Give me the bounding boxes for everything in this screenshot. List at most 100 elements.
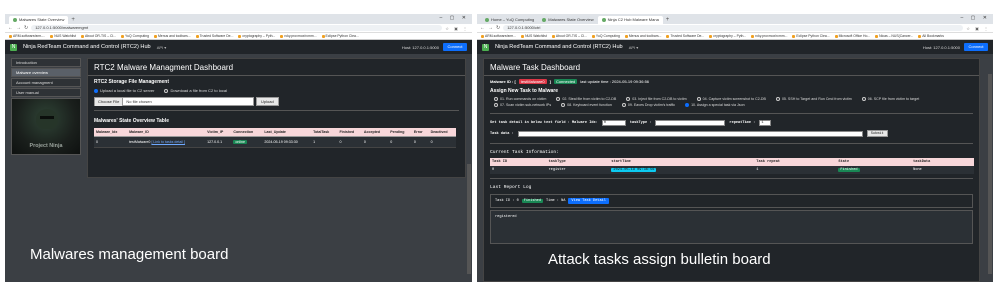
task-data-input[interactable] [517, 130, 863, 137]
task-option[interactable]: 04. Capture victim screenshot to C2-DB [696, 97, 766, 102]
report-summary: Task ID : 0 Finished Time : NA View Task… [490, 194, 973, 209]
cell-deactived: 0 [428, 136, 456, 148]
file-input[interactable]: Choose File No file chosen [94, 97, 254, 106]
url-input[interactable]: 127.0.0.1:5000/ctrl [503, 25, 964, 31]
bookmark-item[interactable]: rcky.proxmox/rcmm... [751, 34, 787, 38]
task-type-input[interactable] [655, 120, 726, 127]
cell-start: 2024-05-19 09:36:56 [609, 166, 755, 175]
connect-button[interactable]: Connect [964, 43, 988, 51]
reload-icon[interactable]: ↻ [24, 25, 28, 31]
submit-button[interactable]: Submit [866, 130, 888, 138]
scrollbar[interactable] [988, 74, 992, 274]
bookmark-item[interactable]: NUS Watchlist [50, 34, 76, 38]
task-option[interactable]: 06. SCP file from victim to target [861, 97, 919, 102]
report-state-badge: Finished [521, 199, 543, 204]
download-radio[interactable]: Download a file from C2 to local [164, 88, 227, 93]
browser-tab[interactable]: Ninja C2 Hub Malware Mana [597, 16, 663, 24]
bookmark-item[interactable]: Trusted Software De... [196, 34, 234, 38]
radio-icon [561, 103, 566, 108]
cell-task-type: register [546, 166, 610, 175]
choose-file-button[interactable]: Choose File [95, 97, 124, 106]
browser-tab-bar: Home – YuQ Computing Malwares State Over… [477, 14, 993, 24]
bookmark-item[interactable]: About OR-TIS – Cl... [552, 34, 587, 38]
bookmark-item[interactable]: Eclipse Python Clea... [792, 34, 829, 38]
bookmark-item[interactable]: cryptography – Pyth... [238, 34, 275, 38]
column-header: Task ID [490, 158, 547, 167]
cell-ip: 127.0.0.1 [205, 136, 232, 148]
connect-button[interactable]: Connect [443, 43, 467, 51]
malware-id-badge: testMalware0 [518, 79, 547, 84]
bookmark-item[interactable]: Trusted Software De... [666, 34, 704, 38]
url-input[interactable]: 127.0.0.1:5000/malwaremgmt [31, 25, 443, 31]
back-icon[interactable]: ← [8, 25, 13, 31]
upload-button[interactable]: Upload [256, 97, 279, 106]
malware-idx-input[interactable]: 0 [601, 120, 626, 127]
address-bar: ← → ↻ 127.0.0.1:5000/ctrl ☆ ▣ ⋮ [477, 24, 993, 33]
bookmark-item[interactable]: Nicas – NUS(Cancer... [875, 34, 913, 38]
bookmark-item[interactable]: YuQ Computing [592, 34, 620, 38]
task-option[interactable]: 01. Run commands on victim [494, 97, 546, 102]
table-header: Malware_Idx Malware_ID Victim_IP Connection… [94, 128, 456, 137]
task-option[interactable]: 10. Assign a special task via Json [685, 103, 745, 108]
table-row: 0 testMalware0 [ Link to tasks detail ] … [94, 136, 456, 148]
column-header: startTime [609, 158, 755, 167]
radio-icon [164, 88, 169, 93]
browser-tab[interactable]: Malwares State Overview [9, 16, 69, 24]
reload-icon[interactable]: ↻ [496, 25, 500, 31]
malware-info: Malware ID : [ testMalware0 ] Connected … [490, 79, 650, 84]
sidebar-item-malware-overview[interactable]: Malware overview [11, 68, 81, 77]
window-controls-icon[interactable]: – ▢ ✕ [440, 15, 469, 21]
bookmark-item[interactable]: ARM-software/arm... [481, 34, 516, 38]
task-option[interactable]: 05. SSH to Target and Run Cmd from victi… [775, 97, 852, 102]
bookmark-item[interactable]: Eclipse Python Clea... [322, 34, 359, 38]
task-option[interactable]: 02. Steal file from victim to C2-DB [556, 97, 616, 102]
radio-icon [621, 103, 626, 108]
sidebar-item-account[interactable]: Account managment [11, 78, 81, 87]
bookmark-item[interactable]: All Bookmarks [918, 34, 944, 38]
left-screenshot: Malwares State Overview + – ▢ ✕ ← → ↻ 12… [5, 14, 472, 282]
storage-options: Upload a local file to C2 server Downloa… [88, 86, 465, 95]
sidebar-item-manual[interactable]: User manual [11, 88, 81, 97]
cell-task-data: None [911, 166, 974, 175]
bookmark-item[interactable]: Menus and toolbars... [154, 34, 191, 38]
bookmark-item[interactable]: About OR-TIS – Cl... [81, 34, 116, 38]
api-menu[interactable]: API ▾ [629, 45, 639, 50]
upload-radio[interactable]: Upload a local file to C2 server [94, 88, 154, 93]
favicon-icon [485, 17, 489, 22]
new-tab-icon[interactable]: + [663, 16, 673, 24]
extension-icons[interactable]: ☆ ▣ ⋮ [966, 26, 990, 31]
bookmark-item[interactable]: Menus and toolbars... [625, 34, 662, 38]
task-data-row: Task data : Submit [484, 128, 979, 139]
browser-tab[interactable]: Home – YuQ Computing [481, 16, 538, 24]
forward-icon[interactable]: → [488, 25, 493, 31]
task-option-label: 03. Inject file from C2-DB to victim [632, 97, 687, 101]
browser-tab[interactable]: Malwares State Overview [538, 16, 597, 24]
divider [490, 143, 973, 145]
back-icon[interactable]: ← [480, 25, 485, 31]
extension-icons[interactable]: ☆ ▣ ⋮ [445, 26, 469, 31]
repeat-time-input[interactable]: 1 [759, 120, 772, 127]
task-option[interactable]: 08. Keyboard event function [561, 103, 612, 108]
task-option[interactable]: 09. Eaves Drop victim's traffic [621, 103, 675, 108]
cell-conn: online [231, 136, 263, 148]
bookmark-item[interactable]: ARM-software/arm-... [9, 34, 45, 38]
api-menu[interactable]: API ▾ [157, 45, 167, 50]
view-task-detail-button[interactable]: View Task Detail [568, 198, 609, 205]
task-detail-link[interactable]: [ Link to tasks detail ] [151, 140, 185, 144]
task-option-label: 08. Keyboard event function [567, 103, 612, 108]
scrollbar[interactable] [467, 164, 471, 274]
bookmark-item[interactable]: NUS Watchlist [521, 34, 547, 38]
cell-id: testMalware0 [ Link to tasks detail ] [127, 136, 206, 148]
task-option[interactable]: 07. Scan victim sub-network IPs [494, 103, 551, 108]
window-controls-icon[interactable]: – ▢ ✕ [961, 15, 990, 21]
bookmark-item[interactable]: rcky.proxmox/rcmm... [280, 34, 316, 38]
new-tab-icon[interactable]: + [68, 16, 78, 24]
favicon-icon [542, 17, 547, 22]
sidebar-item-introduction[interactable]: Introduction [11, 58, 81, 67]
cell-pending: 0 [388, 136, 412, 148]
bookmark-item[interactable]: Microsoft Office Ho... [835, 34, 871, 38]
bookmark-item[interactable]: YuQ Computing [121, 34, 149, 38]
bookmark-item[interactable]: cryptography – Pyth... [709, 34, 746, 38]
task-option[interactable]: 03. Inject file from C2-DB to victim [626, 97, 687, 102]
forward-icon[interactable]: → [16, 25, 21, 31]
